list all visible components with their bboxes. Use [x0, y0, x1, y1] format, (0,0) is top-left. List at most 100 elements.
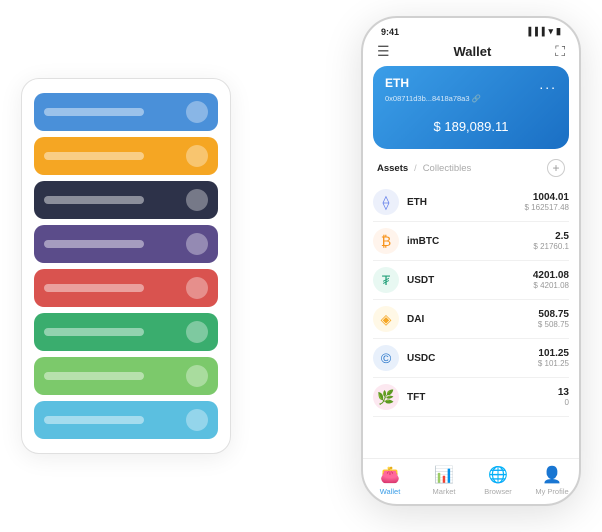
token-name-usdt: USDT — [407, 275, 533, 286]
card-stack — [21, 78, 231, 454]
bottom-nav-icon-wallet: 👛 — [380, 465, 400, 485]
card-icon — [186, 365, 208, 387]
expand-icon[interactable]: ⛶ — [555, 43, 565, 60]
card-icon — [186, 321, 208, 343]
card-icon — [186, 233, 208, 255]
status-icons: ▐▐▐ ▾ ▮ — [526, 26, 562, 37]
token-amounts-eth: 1004.01 $ 162517.48 — [525, 192, 570, 212]
bottom-nav-icon-browser: 🌐 — [488, 465, 508, 485]
card-row-3 — [34, 181, 218, 219]
wallet-balance: $ 189,089.11 — [385, 111, 557, 137]
wallet-address: 0x08711d3b...8418a78a3 🔗 — [385, 94, 557, 103]
assets-tabs: Assets / Collectibles — [377, 163, 471, 174]
token-amounts-usdc: 101.25 $ 101.25 — [538, 348, 569, 368]
token-icon-usdc: © — [373, 345, 399, 371]
token-amounts-imbtc: 2.5 $ 21760.1 — [533, 231, 569, 251]
bottom-nav-icon-my profile: 👤 — [542, 465, 562, 485]
assets-tab-active[interactable]: Assets — [377, 163, 408, 174]
status-bar: 9:41 ▐▐▐ ▾ ▮ — [363, 18, 579, 39]
card-line — [44, 372, 144, 380]
token-amount-usd: $ 508.75 — [538, 320, 569, 329]
token-name-dai: DAI — [407, 314, 538, 325]
token-amount-usd: $ 21760.1 — [533, 242, 569, 251]
wallet-coin-name: ETH — [385, 76, 409, 90]
token-amount-main: 13 — [558, 387, 569, 398]
token-row[interactable]: © USDC 101.25 $ 101.25 — [373, 339, 569, 378]
token-amount-main: 4201.08 — [533, 270, 569, 281]
card-row-6 — [34, 313, 218, 351]
token-icon-usdt: ₮ — [373, 267, 399, 293]
bottom-nav-label-my profile: My Profile — [535, 487, 568, 496]
bottom-nav-wallet[interactable]: 👛 Wallet — [363, 465, 417, 496]
card-icon — [186, 409, 208, 431]
token-amount-usd: 0 — [558, 398, 569, 407]
battery-icon: ▮ — [556, 26, 561, 37]
scene: 9:41 ▐▐▐ ▾ ▮ ☰ Wallet ⛶ ETH ... 0x08711d… — [21, 16, 581, 516]
token-row[interactable]: ⟠ ETH 1004.01 $ 162517.48 — [373, 183, 569, 222]
bottom-nav-browser[interactable]: 🌐 Browser — [471, 465, 525, 496]
status-time: 9:41 — [381, 27, 399, 37]
card-row-4 — [34, 225, 218, 263]
wallet-card: ETH ... 0x08711d3b...8418a78a3 🔗 $ 189,0… — [373, 66, 569, 149]
assets-tab-collectibles[interactable]: Collectibles — [423, 163, 472, 174]
signal-icon: ▐▐▐ — [526, 27, 546, 36]
card-line — [44, 328, 144, 336]
token-name-eth: ETH — [407, 197, 525, 208]
balance-amount: 189,089.11 — [444, 119, 508, 134]
phone-frame: 9:41 ▐▐▐ ▾ ▮ ☰ Wallet ⛶ ETH ... 0x08711d… — [361, 16, 581, 506]
card-line — [44, 108, 144, 116]
token-amount-main: 2.5 — [533, 231, 569, 242]
wallet-card-top: ETH ... — [385, 76, 557, 92]
bottom-nav-label-wallet: Wallet — [380, 487, 401, 496]
card-row-8 — [34, 401, 218, 439]
token-icon-eth: ⟠ — [373, 189, 399, 215]
card-row-2 — [34, 137, 218, 175]
token-row[interactable]: ₮ USDT 4201.08 $ 4201.08 — [373, 261, 569, 300]
assets-tab-separator: / — [414, 163, 417, 173]
bottom-nav: 👛 Wallet 📊 Market 🌐 Browser 👤 My Profile — [363, 458, 579, 504]
card-row-1 — [34, 93, 218, 131]
token-name-imbtc: imBTC — [407, 236, 533, 247]
token-name-tft: TFT — [407, 392, 558, 403]
token-amounts-dai: 508.75 $ 508.75 — [538, 309, 569, 329]
bottom-nav-market[interactable]: 📊 Market — [417, 465, 471, 496]
bottom-nav-label-market: Market — [433, 487, 456, 496]
token-row[interactable]: ₿ imBTC 2.5 $ 21760.1 — [373, 222, 569, 261]
token-amount-main: 508.75 — [538, 309, 569, 320]
token-amount-main: 101.25 — [538, 348, 569, 359]
token-amount-usd: $ 162517.48 — [525, 203, 570, 212]
card-line — [44, 240, 144, 248]
balance-prefix: $ — [434, 119, 445, 134]
menu-icon[interactable]: ☰ — [377, 43, 390, 60]
token-amount-usd: $ 4201.08 — [533, 281, 569, 290]
token-icon-tft: 🌿 — [373, 384, 399, 410]
token-list: ⟠ ETH 1004.01 $ 162517.48 ₿ imBTC 2.5 $ … — [363, 183, 579, 458]
bottom-nav-my-profile[interactable]: 👤 My Profile — [525, 465, 579, 496]
card-icon — [186, 277, 208, 299]
card-line — [44, 196, 144, 204]
card-icon — [186, 189, 208, 211]
token-amounts-tft: 13 0 — [558, 387, 569, 407]
bottom-nav-label-browser: Browser — [484, 487, 512, 496]
card-icon — [186, 145, 208, 167]
card-line — [44, 284, 144, 292]
token-icon-dai: ◈ — [373, 306, 399, 332]
card-line — [44, 152, 144, 160]
add-token-button[interactable]: + — [547, 159, 565, 177]
card-row-5 — [34, 269, 218, 307]
token-name-usdc: USDC — [407, 353, 538, 364]
nav-title: Wallet — [453, 44, 491, 59]
bottom-nav-icon-market: 📊 — [434, 465, 454, 485]
token-amount-usd: $ 101.25 — [538, 359, 569, 368]
token-amount-main: 1004.01 — [525, 192, 570, 203]
token-amounts-usdt: 4201.08 $ 4201.08 — [533, 270, 569, 290]
token-row[interactable]: ◈ DAI 508.75 $ 508.75 — [373, 300, 569, 339]
card-line — [44, 416, 144, 424]
phone-nav: ☰ Wallet ⛶ — [363, 39, 579, 66]
card-icon — [186, 101, 208, 123]
assets-header: Assets / Collectibles + — [363, 157, 579, 183]
wallet-menu-dots[interactable]: ... — [539, 76, 557, 92]
token-icon-imbtc: ₿ — [373, 228, 399, 254]
card-row-7 — [34, 357, 218, 395]
token-row[interactable]: 🌿 TFT 13 0 — [373, 378, 569, 417]
